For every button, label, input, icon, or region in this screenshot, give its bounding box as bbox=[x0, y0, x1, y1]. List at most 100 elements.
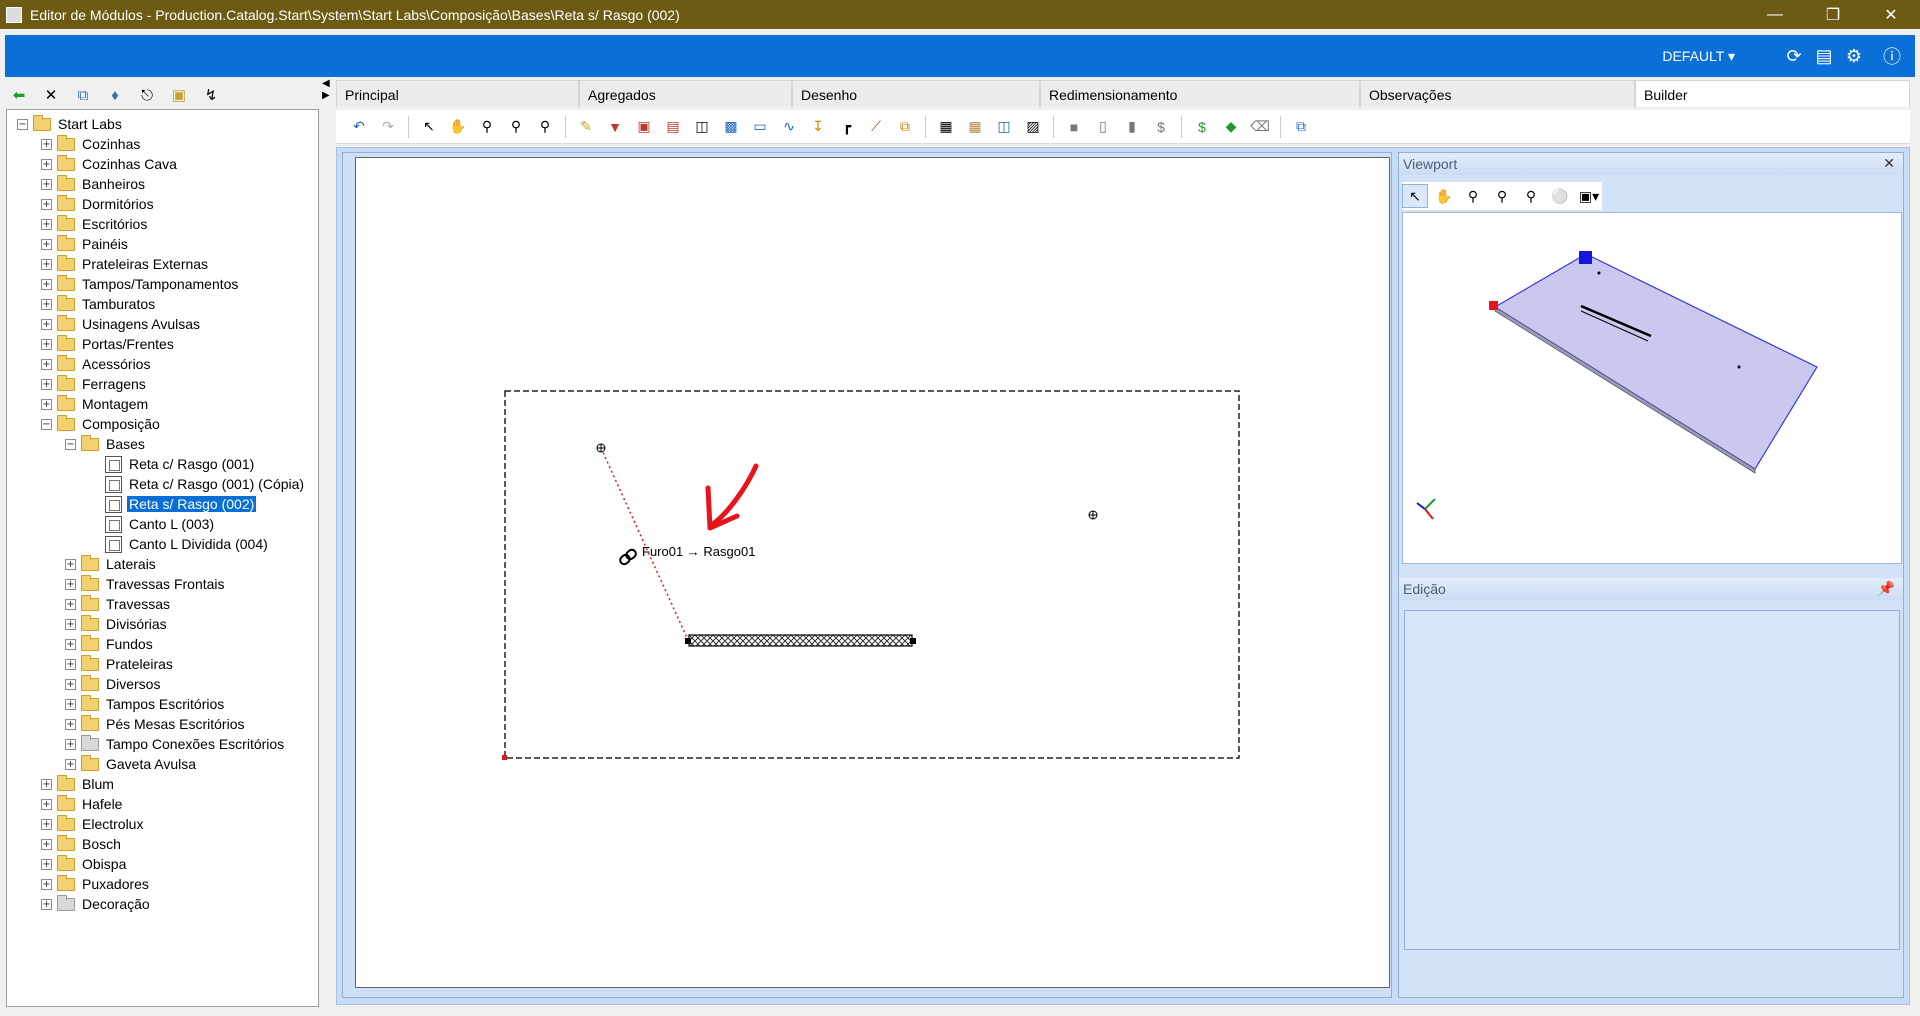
tab-desenho[interactable]: Desenho bbox=[792, 80, 1040, 107]
delete-icon[interactable]: ✕ bbox=[38, 84, 64, 106]
hierarchy-icon[interactable]: ↯ bbox=[198, 84, 224, 106]
price-bag-icon[interactable]: $ bbox=[1148, 115, 1174, 139]
expand-icon[interactable]: + bbox=[65, 598, 76, 610]
tab-builder[interactable]: Builder bbox=[1635, 80, 1910, 107]
close-icon[interactable]: ✕ bbox=[1883, 155, 1895, 172]
pin-icon[interactable]: 📌 bbox=[1878, 580, 1895, 597]
panel-tool-icon[interactable]: ◫ bbox=[689, 115, 715, 139]
tree-folder[interactable]: + Blum bbox=[41, 774, 116, 794]
tree-folder[interactable]: + Laterais bbox=[65, 554, 158, 574]
tree-module[interactable]: Reta c/ Rasgo (001) (Cópia) bbox=[89, 474, 306, 494]
zoom-window-icon[interactable]: ⚲ bbox=[1460, 184, 1486, 208]
pan-icon[interactable]: ✋ bbox=[445, 115, 471, 139]
collapse-arrow-icon[interactable]: ◀ ▶ bbox=[322, 78, 334, 104]
tree-folder[interactable]: + Tampos Escritórios bbox=[65, 694, 226, 714]
pan-icon[interactable]: ✋ bbox=[1431, 184, 1457, 208]
groove-handle[interactable] bbox=[685, 638, 691, 644]
groove-tool-icon[interactable]: ▤ bbox=[660, 115, 686, 139]
expand-icon[interactable]: + bbox=[41, 238, 52, 250]
zoom-in-icon[interactable]: ⚲ bbox=[1518, 184, 1544, 208]
tab-agregados[interactable]: Agregados bbox=[579, 80, 792, 107]
tree-module[interactable]: Canto L Dividida (004) bbox=[89, 534, 270, 554]
cube-icon[interactable]: ■ bbox=[1061, 115, 1087, 139]
expand-icon[interactable]: + bbox=[41, 218, 52, 230]
zoom-window-icon[interactable]: ⚲ bbox=[474, 115, 500, 139]
groove-handle[interactable] bbox=[910, 638, 916, 644]
tree-folder[interactable]: − Composição bbox=[41, 414, 162, 434]
frame-tool-icon[interactable]: ┏ bbox=[834, 115, 860, 139]
insert-tool-icon[interactable]: ▩ bbox=[718, 115, 744, 139]
expand-icon[interactable]: + bbox=[41, 798, 52, 810]
tab-observacoes[interactable]: Observações bbox=[1360, 80, 1635, 107]
curve-tool-icon[interactable]: ∿ bbox=[776, 115, 802, 139]
new-item-icon[interactable]: ✎ bbox=[573, 115, 599, 139]
tree-folder[interactable]: + Painéis bbox=[41, 234, 130, 254]
tree-folder[interactable]: + Electrolux bbox=[41, 814, 145, 834]
expand-icon[interactable]: + bbox=[41, 258, 52, 270]
expand-icon[interactable]: + bbox=[65, 738, 76, 750]
tree-folder[interactable]: + Escritórios bbox=[41, 214, 149, 234]
grid-icon[interactable]: ▦ bbox=[962, 115, 988, 139]
expand-icon[interactable]: + bbox=[65, 578, 76, 590]
tree-folder[interactable]: + Prateleiras bbox=[65, 654, 175, 674]
tree-folder[interactable]: + Tamburatos bbox=[41, 294, 157, 314]
dimension-tool-icon[interactable]: ↧ bbox=[805, 115, 831, 139]
tree-root[interactable]: − Start Labs bbox=[17, 114, 124, 134]
tree-folder[interactable]: + Decoração bbox=[41, 894, 152, 914]
view-cube-icon[interactable]: ▣▾ bbox=[1576, 184, 1602, 208]
tree-folder[interactable]: + Acessórios bbox=[41, 354, 152, 374]
minimize-icon[interactable]: — bbox=[1746, 0, 1804, 29]
zoom-out-icon[interactable]: ⚲ bbox=[503, 115, 529, 139]
tree-folder[interactable]: + Tampos/Tamponamentos bbox=[41, 274, 240, 294]
expand-icon[interactable]: + bbox=[41, 358, 52, 370]
copy-icon[interactable]: ⧉ bbox=[70, 84, 96, 106]
tree-folder[interactable]: + Gaveta Avulsa bbox=[65, 754, 198, 774]
tree-module[interactable]: Canto L (003) bbox=[89, 514, 216, 534]
expand-icon[interactable]: + bbox=[41, 318, 52, 330]
tree-folder[interactable]: + Dormitórios bbox=[41, 194, 156, 214]
expand-icon[interactable]: + bbox=[41, 278, 52, 290]
viewport-3d[interactable] bbox=[1402, 212, 1902, 564]
hole-marker[interactable] bbox=[1088, 510, 1098, 520]
expand-icon[interactable]: + bbox=[41, 178, 52, 190]
red-handle[interactable] bbox=[1489, 301, 1498, 310]
line-tool-icon[interactable]: ⟋ bbox=[863, 115, 889, 139]
find-icon[interactable]: ⎋ bbox=[134, 84, 160, 106]
restore-icon[interactable]: ❐ bbox=[1804, 0, 1862, 29]
collapse-icon[interactable]: − bbox=[17, 118, 28, 130]
board-outline[interactable] bbox=[504, 390, 1240, 759]
zoom-in-icon[interactable]: ⚲ bbox=[532, 115, 558, 139]
tab-principal[interactable]: Principal bbox=[336, 80, 579, 107]
expand-icon[interactable]: + bbox=[65, 638, 76, 650]
tree-folder[interactable]: + Fundos bbox=[65, 634, 155, 654]
expand-icon[interactable]: + bbox=[65, 718, 76, 730]
drill-icon[interactable]: ▼ bbox=[602, 115, 628, 139]
tree-folder[interactable]: + Cozinhas Cava bbox=[41, 154, 179, 174]
tree-folder[interactable]: + Ferragens bbox=[41, 374, 148, 394]
align-icon[interactable]: ▨ bbox=[1020, 115, 1046, 139]
mirror-icon[interactable]: ◫ bbox=[991, 115, 1017, 139]
cost-icon[interactable]: $ bbox=[1189, 115, 1215, 139]
refresh-icon[interactable]: ⟳ bbox=[1783, 45, 1805, 67]
expand-icon[interactable]: + bbox=[41, 158, 52, 170]
expand-icon[interactable]: + bbox=[41, 838, 52, 850]
expand-icon[interactable]: + bbox=[65, 558, 76, 570]
tree-folder[interactable]: + Travessas bbox=[65, 594, 172, 614]
tree-folder[interactable]: + Usinagens Avulsas bbox=[41, 314, 202, 334]
tree-folder[interactable]: + Pés Mesas Escritórios bbox=[65, 714, 246, 734]
settings-icon[interactable]: ⚙ bbox=[1843, 45, 1865, 67]
expand-icon[interactable]: + bbox=[41, 398, 52, 410]
expand-icon[interactable]: + bbox=[65, 618, 76, 630]
expand-icon[interactable]: + bbox=[65, 758, 76, 770]
eraser-icon[interactable]: ⌫ bbox=[1247, 115, 1273, 139]
redo-icon[interactable]: ↷ bbox=[375, 115, 401, 139]
help-icon[interactable]: ⓘ bbox=[1881, 45, 1903, 67]
properties-icon[interactable]: ▦ bbox=[933, 115, 959, 139]
tree-folder[interactable]: + Obispa bbox=[41, 854, 128, 874]
expand-icon[interactable]: + bbox=[41, 338, 52, 350]
zoom-out-icon[interactable]: ⚲ bbox=[1489, 184, 1515, 208]
tree-folder[interactable]: + Banheiros bbox=[41, 174, 147, 194]
view-options-icon[interactable]: ⧉ bbox=[1288, 115, 1314, 139]
expand-icon[interactable]: + bbox=[41, 138, 52, 150]
expand-icon[interactable]: + bbox=[41, 818, 52, 830]
